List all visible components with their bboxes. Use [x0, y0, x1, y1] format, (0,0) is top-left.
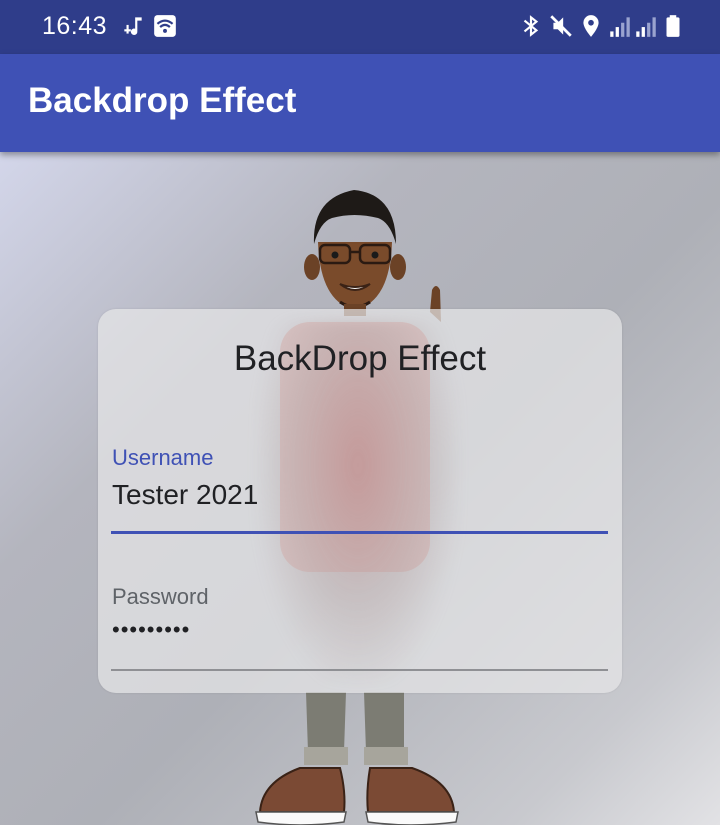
- mute-icon: [550, 15, 572, 37]
- bluetooth-icon: [523, 15, 539, 37]
- username-label: Username: [112, 445, 214, 470]
- status-bar: 16:43: [0, 0, 720, 54]
- password-input[interactable]: •••••••••: [112, 617, 190, 643]
- login-card: BackDrop Effect Username Tester 2021 Pas…: [98, 309, 622, 693]
- username-underline: [111, 531, 608, 534]
- password-underline: [111, 669, 608, 671]
- wifi-box-icon: [154, 15, 176, 37]
- password-label: Password: [112, 584, 209, 609]
- username-input[interactable]: Tester 2021: [112, 479, 258, 511]
- signal-icon: [636, 17, 656, 37]
- card-title: BackDrop Effect: [233, 339, 487, 378]
- content-area: BackDrop Effect Username Tester 2021 Pas…: [0, 152, 720, 825]
- location-icon: [583, 15, 599, 37]
- signal-icon: [610, 17, 630, 37]
- music-icon: [124, 17, 142, 36]
- status-time: 16:43: [42, 12, 108, 40]
- app-bar: Backdrop Effect: [0, 54, 720, 152]
- battery-icon: [666, 15, 680, 37]
- app-title: Backdrop Effect: [28, 81, 297, 120]
